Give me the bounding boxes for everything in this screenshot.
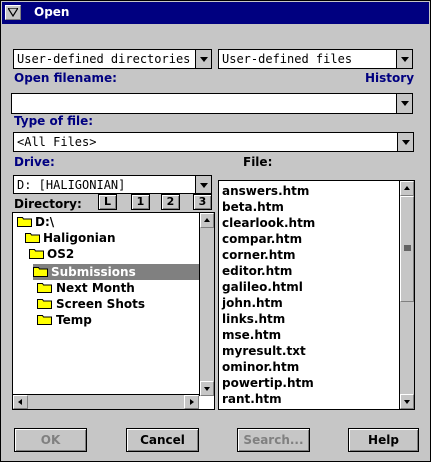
list-item[interactable]: links.htm <box>222 312 285 326</box>
list-item[interactable]: rant.htm <box>222 392 282 406</box>
list-item[interactable]: editor.htm <box>222 264 292 278</box>
directory-horizontal-scrollbar[interactable] <box>13 394 199 409</box>
grip-icon <box>404 245 411 251</box>
list-item[interactable]: myresult.txt <box>222 344 306 358</box>
list-item[interactable]: compar.htm <box>222 232 302 246</box>
filename-input[interactable] <box>11 93 413 114</box>
file-vertical-scrollbar[interactable] <box>399 181 414 409</box>
folder-icon <box>37 283 52 293</box>
open-folder-icon <box>25 233 40 243</box>
search-button[interactable]: Search... <box>237 428 310 452</box>
list-item[interactable]: mse.htm <box>222 328 281 342</box>
folder-icon <box>37 299 52 309</box>
type-of-file-label: Type of file: <box>14 114 94 128</box>
list-item[interactable]: corner.htm <box>222 248 296 262</box>
chevron-down-icon[interactable] <box>195 50 211 68</box>
type-of-file-value: <All Files> <box>17 135 97 149</box>
chevron-down-icon[interactable] <box>195 176 211 193</box>
scroll-up-icon[interactable] <box>200 213 214 228</box>
list-item[interactable]: clearlook.htm <box>222 216 315 230</box>
help-button[interactable]: Help <box>348 428 419 452</box>
directories-combo-value: User-defined directories <box>17 52 191 66</box>
open-filename-label: Open filename: <box>14 71 117 85</box>
open-folder-icon <box>33 267 48 277</box>
scroll-right-icon[interactable] <box>184 395 199 409</box>
files-combo[interactable]: User-defined files <box>218 49 413 69</box>
tree-item-label: D:\ <box>35 215 55 229</box>
title-bar: Open <box>2 2 429 24</box>
drive-button-2[interactable]: 2 <box>161 194 180 210</box>
drive-label: Drive: <box>14 155 55 169</box>
list-item[interactable]: ominor.htm <box>222 360 299 374</box>
scroll-up-icon[interactable] <box>400 181 414 196</box>
window-title: Open <box>34 5 70 19</box>
list-item[interactable]: beta.htm <box>222 200 284 214</box>
directories-combo[interactable]: User-defined directories <box>13 49 212 69</box>
drive-combo-value: D: [HALIGONIAN] <box>17 178 126 192</box>
cancel-button[interactable]: Cancel <box>126 428 199 452</box>
scroll-down-icon[interactable] <box>200 381 214 396</box>
drive-button-l[interactable]: L <box>98 194 117 210</box>
drive-button-1[interactable]: 1 <box>131 194 150 210</box>
chevron-down-icon[interactable] <box>397 133 413 151</box>
tree-item-label: Screen Shots <box>56 297 145 311</box>
chevron-down-icon[interactable] <box>396 50 412 68</box>
file-label: File: <box>243 155 273 169</box>
ok-button[interactable]: OK <box>14 428 87 452</box>
open-folder-icon <box>17 217 32 227</box>
tree-item-label: Submissions <box>51 265 136 279</box>
open-folder-icon <box>29 249 44 259</box>
files-combo-value: User-defined files <box>222 52 353 66</box>
history-label[interactable]: History <box>365 71 414 85</box>
tree-item-label: Temp <box>56 313 92 327</box>
file-list[interactable]: answers.htm beta.htm clearlook.htm compa… <box>218 180 415 410</box>
list-item[interactable]: powertip.htm <box>222 376 314 390</box>
list-item[interactable]: answers.htm <box>222 184 309 198</box>
directory-tree[interactable]: D:\ Haligonian OS2 Submissions Next Mont… <box>12 212 215 410</box>
scroll-thumb[interactable] <box>400 196 414 302</box>
tree-item-label: OS2 <box>47 247 75 261</box>
list-item[interactable]: galileo.html <box>222 280 303 294</box>
type-of-file-combo[interactable]: <All Files> <box>13 132 414 152</box>
directory-label: Directory: <box>14 197 82 211</box>
drive-button-3[interactable]: 3 <box>193 194 212 210</box>
folder-icon <box>37 315 52 325</box>
scroll-down-icon[interactable] <box>400 394 414 409</box>
scroll-left-icon[interactable] <box>13 395 28 409</box>
open-dialog: Open User-defined directories User-defin… <box>0 0 431 462</box>
system-menu-icon[interactable] <box>5 5 21 20</box>
chevron-down-icon[interactable] <box>396 94 412 113</box>
tree-item-label: Next Month <box>56 281 135 295</box>
tree-item-label: Haligonian <box>43 231 116 245</box>
list-item[interactable]: john.htm <box>222 296 283 310</box>
drive-combo[interactable]: D: [HALIGONIAN] <box>13 175 212 194</box>
directory-vertical-scrollbar[interactable] <box>199 213 214 396</box>
tree-item-submissions[interactable]: Submissions <box>33 264 200 280</box>
